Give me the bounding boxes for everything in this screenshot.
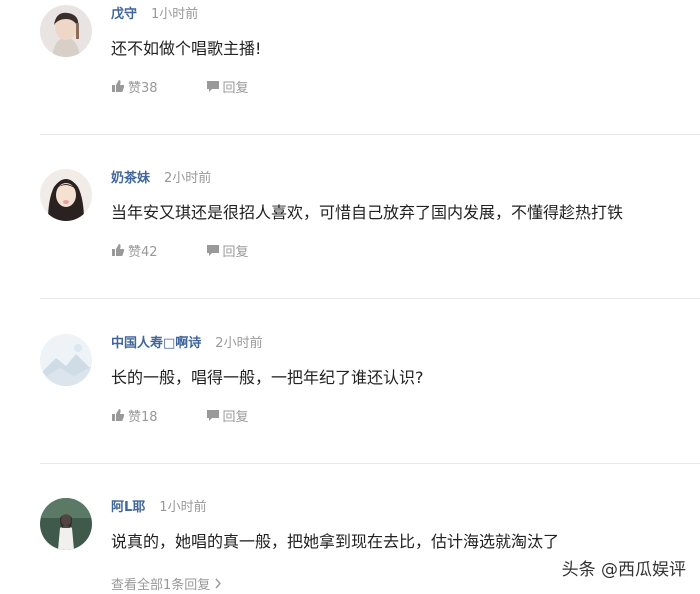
watermark: 头条 @西瓜娱评 — [561, 560, 686, 580]
speech-bubble-icon — [206, 408, 220, 429]
avatar[interactable] — [40, 5, 92, 57]
like-count: 赞42 — [128, 245, 158, 260]
view-all-replies-link[interactable]: 查看全部1条回复 — [111, 574, 222, 593]
comment-text: 还不如做个唱歌主播! — [111, 39, 262, 58]
view-all-label: 查看全部1条回复 — [111, 578, 211, 593]
comment-meta: 戊守 1小时前 — [111, 5, 198, 25]
comment-actions: 赞42 回复 — [111, 243, 249, 263]
timestamp: 2小时前 — [215, 336, 263, 351]
reply-label: 回复 — [222, 81, 249, 96]
comment-list: 戊守 1小时前 还不如做个唱歌主播! 赞38 回复 奶茶妹 2小时前 当年安又琪… — [0, 0, 700, 594]
like-button[interactable]: 赞18 — [111, 408, 158, 429]
reply-label: 回复 — [222, 245, 249, 260]
comment-actions: 赞38 回复 — [111, 79, 249, 99]
divider — [40, 298, 700, 299]
comment-text: 长的一般，唱得一般，一把年纪了谁还认识? — [111, 368, 424, 387]
speech-bubble-icon — [206, 79, 220, 100]
timestamp: 1小时前 — [159, 500, 207, 515]
timestamp: 1小时前 — [151, 7, 199, 22]
avatar[interactable] — [40, 498, 92, 550]
like-count: 赞38 — [128, 81, 158, 96]
chevron-right-icon — [214, 578, 222, 593]
avatar[interactable] — [40, 334, 92, 386]
reply-button[interactable]: 回复 — [206, 408, 249, 429]
divider — [40, 463, 700, 464]
comment-meta: 中国人寿□啊诗 2小时前 — [111, 334, 263, 354]
thumbs-up-icon — [111, 243, 125, 264]
username[interactable]: 中国人寿□啊诗 — [111, 336, 201, 351]
divider — [40, 134, 700, 135]
reply-button[interactable]: 回复 — [206, 79, 249, 100]
thumbs-up-icon — [111, 408, 125, 429]
comment-text: 当年安又琪还是很招人喜欢，可惜自己放弃了国内发展，不懂得趁热打铁 — [111, 203, 624, 222]
comment-actions: 赞18 回复 — [111, 408, 249, 428]
timestamp: 2小时前 — [164, 171, 212, 186]
username[interactable]: 戊守 — [111, 7, 137, 22]
username[interactable]: 奶茶妹 — [111, 171, 150, 186]
thumbs-up-icon — [111, 79, 125, 100]
comment-meta: 奶茶妹 2小时前 — [111, 169, 211, 189]
speech-bubble-icon — [206, 243, 220, 264]
comment-text: 说真的，她唱的真一般，把她拿到现在去比，估计海选就淘汰了 — [111, 532, 560, 551]
avatar[interactable] — [40, 169, 92, 221]
reply-button[interactable]: 回复 — [206, 243, 249, 264]
comment-meta: 阿L耶 1小时前 — [111, 498, 207, 518]
like-button[interactable]: 赞38 — [111, 79, 158, 100]
like-button[interactable]: 赞42 — [111, 243, 158, 264]
reply-label: 回复 — [222, 410, 249, 425]
username[interactable]: 阿L耶 — [111, 500, 145, 515]
like-count: 赞18 — [128, 410, 158, 425]
